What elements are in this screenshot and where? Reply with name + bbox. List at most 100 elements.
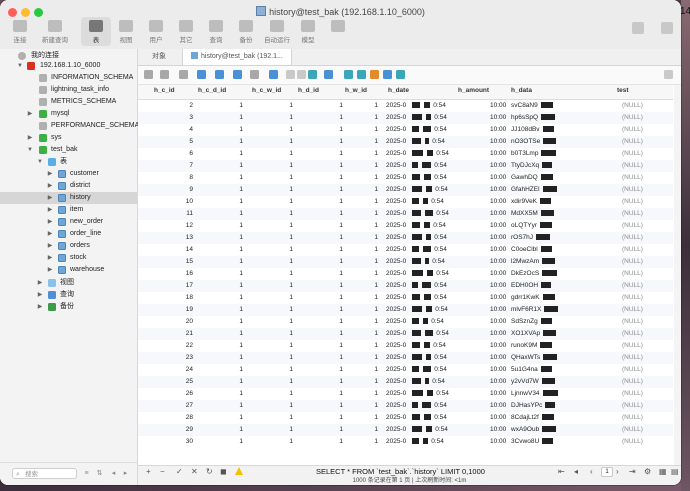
- table-cell[interactable]: mlvF6R1X: [511, 304, 559, 316]
- column-header[interactable]: h_amount: [458, 87, 489, 94]
- table-cell[interactable]: 5u1G4na: [511, 364, 552, 376]
- chevron-right-icon[interactable]: ▶: [37, 289, 43, 301]
- remove-row-button[interactable]: −: [160, 466, 165, 477]
- table-cell[interactable]: 1: [243, 268, 293, 280]
- table-cell[interactable]: 1: [343, 172, 378, 184]
- table-cell[interactable]: 1: [243, 316, 293, 328]
- table-cell[interactable]: (NULL): [622, 256, 643, 268]
- chevron-right-icon[interactable]: ▶: [47, 180, 53, 192]
- table-cell[interactable]: GfahHZEl: [511, 184, 557, 196]
- table-cell[interactable]: y2vVd7W: [511, 376, 555, 388]
- column-header[interactable]: h_d_id: [298, 87, 319, 94]
- table-cell[interactable]: 1: [243, 208, 293, 220]
- table-row[interactable]: 26 1 1 1 1 2025-0 0:54 10:00 LjnnwV34 (NULL): [138, 388, 673, 400]
- delete-record-icon[interactable]: [297, 70, 306, 79]
- table-cell[interactable]: 24: [138, 364, 193, 376]
- apply-icon[interactable]: [308, 70, 317, 79]
- table-row[interactable]: 6 1 1 1 1 2025-0 0:54 10:00 b0T3Lmp (NULL): [138, 148, 673, 160]
- tree-table-warehouse[interactable]: ▶ warehouse: [0, 264, 137, 276]
- chevron-right-icon[interactable]: ▶: [47, 252, 53, 264]
- table-cell[interactable]: 1: [193, 220, 243, 232]
- table-cell[interactable]: 7: [138, 160, 193, 172]
- table-cell[interactable]: 1: [193, 376, 243, 388]
- table-cell[interactable]: 10:00: [490, 328, 506, 340]
- table-cell[interactable]: 1: [193, 400, 243, 412]
- table-cell[interactable]: 1: [343, 328, 378, 340]
- table-cell[interactable]: nO3OTSe: [511, 136, 557, 148]
- table-cell[interactable]: 10:00: [490, 172, 506, 184]
- table-cell[interactable]: 1: [293, 352, 343, 364]
- table-cell[interactable]: 1: [293, 148, 343, 160]
- table-cell[interactable]: 1: [293, 232, 343, 244]
- table-cell[interactable]: (NULL): [622, 112, 643, 124]
- table-cell[interactable]: 5: [138, 136, 193, 148]
- table-cell[interactable]: DkEzOcS: [511, 268, 558, 280]
- chevron-down-icon[interactable]: ▼: [27, 144, 33, 156]
- table-cell[interactable]: 1: [193, 436, 243, 448]
- table-cell[interactable]: 1: [243, 148, 293, 160]
- table-cell[interactable]: 10:00: [490, 280, 506, 292]
- table-cell[interactable]: 1: [293, 208, 343, 220]
- table-cell[interactable]: 2025-0 0:54: [386, 100, 446, 112]
- table-cell[interactable]: 1: [193, 328, 243, 340]
- table-cell[interactable]: 1: [293, 292, 343, 304]
- table-cell[interactable]: 23: [138, 352, 193, 364]
- table-cell[interactable]: 2025-0 0:54: [386, 400, 447, 412]
- table-cell[interactable]: 2025-0 0:54: [386, 292, 447, 304]
- table-cell[interactable]: (NULL): [622, 100, 643, 112]
- table-cell[interactable]: 1: [293, 220, 343, 232]
- table-row[interactable]: 29 1 1 1 1 2025-0 0:54 10:00 wxA9Oub (NULL): [138, 424, 673, 436]
- table-cell[interactable]: 10:00: [490, 220, 506, 232]
- tree-db-metrics-schema[interactable]: METRICS_SCHEMA: [0, 96, 137, 108]
- column-header[interactable]: h_w_id: [345, 87, 367, 94]
- table-cell[interactable]: 28: [138, 412, 193, 424]
- table-cell[interactable]: 2025-0 0:54: [386, 304, 448, 316]
- table-cell[interactable]: 30: [138, 436, 193, 448]
- table-cell[interactable]: 21: [138, 328, 193, 340]
- toolbar-query-button[interactable]: 查询: [201, 20, 231, 44]
- table-cell[interactable]: (NULL): [622, 232, 643, 244]
- table-cell[interactable]: 1: [193, 304, 243, 316]
- table-cell[interactable]: 1: [293, 268, 343, 280]
- table-cell[interactable]: 1: [293, 412, 343, 424]
- toolbar-view-button[interactable]: 视图: [111, 20, 141, 44]
- table-cell[interactable]: 10:00: [490, 112, 506, 124]
- column-header[interactable]: test: [617, 87, 629, 94]
- table-cell[interactable]: 2025-0 0:54: [386, 364, 447, 376]
- table-cell[interactable]: (NULL): [622, 148, 643, 160]
- table-cell[interactable]: 1: [243, 412, 293, 424]
- table-cell[interactable]: 1: [343, 352, 378, 364]
- table-cell[interactable]: wxA9Oub: [511, 424, 557, 436]
- table-cell[interactable]: 1: [293, 376, 343, 388]
- table-cell[interactable]: 2025-0 0:54: [386, 208, 449, 220]
- table-row[interactable]: 19 1 1 1 1 2025-0 0:54 10:00 mlvF6R1X (NULL): [138, 304, 673, 316]
- table-cell[interactable]: 10:00: [490, 352, 506, 364]
- tree-folder-queries[interactable]: ▶ 查询: [0, 289, 137, 301]
- tree-table-stock[interactable]: ▶ stock: [0, 252, 137, 264]
- tree-table-orders[interactable]: ▶ orders: [0, 240, 137, 252]
- table-cell[interactable]: 1: [193, 340, 243, 352]
- chart-stack-icon[interactable]: [396, 70, 405, 79]
- table-cell[interactable]: 1: [293, 340, 343, 352]
- table-cell[interactable]: 1: [293, 364, 343, 376]
- table-row[interactable]: 27 1 1 1 1 2025-0 0:54 10:00 DJHasYPc (NULL): [138, 400, 673, 412]
- table-cell[interactable]: (NULL): [622, 196, 643, 208]
- table-cell[interactable]: 2025-0 0:54: [386, 376, 445, 388]
- table-cell[interactable]: 1: [343, 244, 378, 256]
- table-cell[interactable]: 1: [243, 172, 293, 184]
- table-row[interactable]: 20 1 1 1 1 2025-0 0:54 10:00 SdSznZg (NULL): [138, 316, 673, 328]
- table-cell[interactable]: 1: [193, 208, 243, 220]
- table-cell[interactable]: 3Cvwo8U: [511, 436, 554, 448]
- table-cell[interactable]: 10:00: [490, 388, 506, 400]
- table-cell[interactable]: 1: [243, 352, 293, 364]
- chevron-right-icon[interactable]: ▶: [47, 204, 53, 216]
- table-cell[interactable]: 2025-0 0:54: [386, 124, 447, 136]
- table-cell[interactable]: 3: [138, 112, 193, 124]
- import-icon[interactable]: [197, 70, 206, 79]
- table-cell[interactable]: 1: [243, 244, 293, 256]
- table-cell[interactable]: 1: [243, 340, 293, 352]
- table-cell[interactable]: 27: [138, 400, 193, 412]
- table-cell[interactable]: (NULL): [622, 400, 643, 412]
- table-row[interactable]: 23 1 1 1 1 2025-0 0:54 10:00 QHaxWTs (NULL): [138, 352, 673, 364]
- table-cell[interactable]: 1: [193, 112, 243, 124]
